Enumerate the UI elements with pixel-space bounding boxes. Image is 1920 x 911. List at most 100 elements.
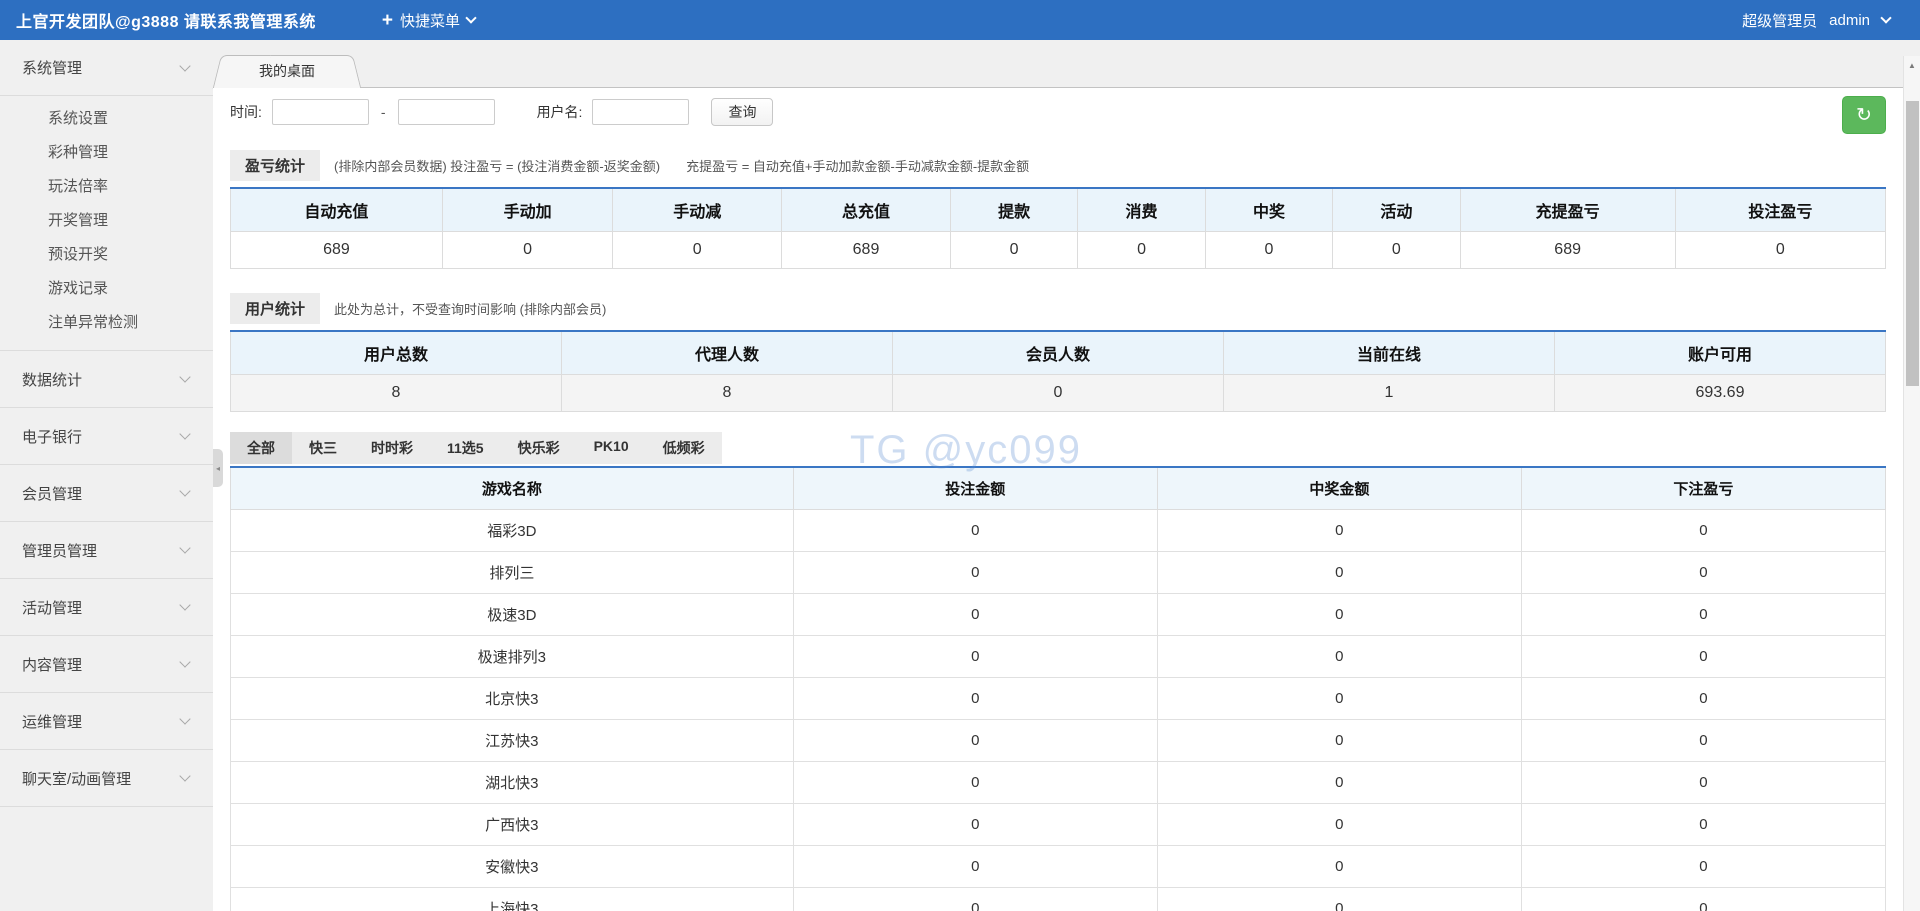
table-cell: 0	[1157, 720, 1521, 762]
sidebar-group-header[interactable]: 数据统计	[0, 351, 213, 407]
table-cell: 0	[1521, 888, 1885, 911]
profit-section-title: 盈亏统计	[230, 150, 320, 181]
table-row: 8801693.69	[231, 375, 1886, 412]
table-row: 极速排列3000	[231, 636, 1886, 678]
header-row: 用户总数代理人数会员人数当前在线账户可用	[231, 331, 1886, 375]
sidebar-group-label: 运维管理	[22, 711, 181, 732]
sidebar-group-header[interactable]: 管理员管理	[0, 522, 213, 578]
time-from-input[interactable]	[272, 99, 369, 125]
sidebar-group-label: 系统管理	[22, 57, 181, 78]
chevron-down-icon	[179, 656, 190, 667]
vertical-scrollbar[interactable]: ▲	[1903, 56, 1920, 911]
table-cell: 0	[1521, 552, 1885, 594]
username-input[interactable]	[592, 99, 689, 125]
sidebar-group-header[interactable]: 聊天室/动画管理	[0, 750, 213, 806]
table-cell: 0	[1078, 232, 1205, 269]
refresh-icon: ↻	[1856, 105, 1872, 126]
user-section-header: 用户统计 此处为总计，不受查询时间影响 (排除内部会员)	[230, 293, 1886, 324]
sidebar-collapse-handle[interactable]: ◂	[213, 449, 223, 487]
sidebar-group-header[interactable]: 会员管理	[0, 465, 213, 521]
sidebar-item[interactable]: 游戏记录	[0, 272, 213, 306]
scrollbar-thumb[interactable]	[1906, 101, 1919, 386]
table-cell: 693.69	[1555, 375, 1886, 412]
time-label: 时间:	[230, 102, 262, 122]
column-header: 消费	[1078, 188, 1205, 232]
app-title: 上官开发团队@g3888 请联系我管理系统	[16, 8, 316, 32]
sidebar-item[interactable]: 预设开奖	[0, 238, 213, 272]
table-cell: 0	[793, 510, 1157, 552]
sidebar-item[interactable]: 开奖管理	[0, 204, 213, 238]
sidebar-group-label: 活动管理	[22, 597, 181, 618]
tab-my-desktop[interactable]: 我的桌面	[221, 55, 353, 88]
header-row: 游戏名称投注金额中奖金额下注盈亏	[231, 467, 1886, 510]
table-cell: 0	[1521, 636, 1885, 678]
table-cell: 689	[231, 232, 443, 269]
table-cell: 0	[793, 762, 1157, 804]
sidebar-group-label: 数据统计	[22, 369, 181, 390]
sidebar-item[interactable]: 注单异常检测	[0, 306, 213, 340]
user-menu[interactable]: 超级管理员 admin	[1742, 10, 1890, 31]
game-tab-6[interactable]: PK10	[577, 432, 646, 464]
column-header: 中奖金额	[1157, 467, 1521, 510]
sidebar-item[interactable]: 彩种管理	[0, 136, 213, 170]
table-cell: 0	[1521, 594, 1885, 636]
sidebar-group-label: 会员管理	[22, 483, 181, 504]
filter-bar: 时间: - 用户名: 查询 ↻	[230, 92, 1886, 132]
table-cell: 0	[793, 846, 1157, 888]
tab-label: 我的桌面	[259, 63, 315, 79]
table-cell: 0	[793, 678, 1157, 720]
range-separator: -	[381, 104, 386, 120]
query-button[interactable]: 查询	[711, 98, 773, 126]
user-section-title: 用户统计	[230, 293, 320, 324]
scroll-up-arrow-icon[interactable]: ▲	[1904, 56, 1920, 74]
game-tab-3[interactable]: 时时彩	[354, 432, 430, 464]
sidebar-item[interactable]: 玩法倍率	[0, 170, 213, 204]
game-tab-2[interactable]: 快三	[292, 432, 354, 464]
table-cell: 0	[1157, 594, 1521, 636]
table-row: 北京快3000	[231, 678, 1886, 720]
time-to-input[interactable]	[398, 99, 495, 125]
column-header: 代理人数	[562, 331, 893, 375]
table-cell: 安徽快3	[231, 846, 794, 888]
header-row: 自动充值手动加手动减总充值提款消费中奖活动充提盈亏投注盈亏	[231, 188, 1886, 232]
game-tab-7[interactable]: 低频彩	[646, 432, 722, 464]
table-cell: 江苏快3	[231, 720, 794, 762]
profit-table: 自动充值手动加手动减总充值提款消费中奖活动充提盈亏投注盈亏68900689000…	[230, 187, 1886, 269]
column-header: 投注金额	[793, 467, 1157, 510]
column-header: 提款	[950, 188, 1077, 232]
refresh-button[interactable]: ↻	[1842, 96, 1886, 134]
sidebar-group-label: 电子银行	[22, 426, 181, 447]
table-cell: 0	[1521, 804, 1885, 846]
column-header: 手动减	[613, 188, 782, 232]
table-cell: 0	[793, 594, 1157, 636]
profit-section-note: (排除内部会员数据) 投注盈亏 = (投注消费金额-返奖金额) 充提盈亏 = 自…	[334, 156, 1029, 175]
table-cell: 湖北快3	[231, 762, 794, 804]
game-tab-1[interactable]: 全部	[230, 432, 292, 464]
sidebar-group: 管理员管理	[0, 522, 213, 579]
sidebar-group-label: 聊天室/动画管理	[22, 768, 181, 789]
table-cell: 0	[1157, 762, 1521, 804]
table-cell: 福彩3D	[231, 510, 794, 552]
table-cell: 0	[1333, 232, 1460, 269]
sidebar-item[interactable]: 系统设置	[0, 102, 213, 136]
game-tab-5[interactable]: 快乐彩	[501, 432, 577, 464]
sidebar-group-header[interactable]: 运维管理	[0, 693, 213, 749]
table-row: 安徽快3000	[231, 846, 1886, 888]
sidebar-group-header[interactable]: 内容管理	[0, 636, 213, 692]
sidebar-group: 内容管理	[0, 636, 213, 693]
main-area: 我的桌面 时间: - 用户名: 查询 ↻ 盈亏统计 (排除内部会员数据) 投注盈…	[213, 40, 1903, 911]
table-cell: 极速排列3	[231, 636, 794, 678]
table-cell: 0	[1521, 678, 1885, 720]
sidebar-group-header[interactable]: 电子银行	[0, 408, 213, 464]
username-label: 用户名:	[537, 102, 583, 122]
quick-menu-button[interactable]: + 快捷菜单	[382, 10, 475, 31]
table-cell: 0	[1157, 636, 1521, 678]
game-tab-4[interactable]: 11选5	[430, 432, 501, 464]
sidebar-group-header[interactable]: 活动管理	[0, 579, 213, 635]
chevron-down-icon	[179, 371, 190, 382]
sidebar-submenu: 系统设置彩种管理玩法倍率开奖管理预设开奖游戏记录注单异常检测	[0, 96, 213, 350]
table-row: 排列三000	[231, 552, 1886, 594]
sidebar-group: 电子银行	[0, 408, 213, 465]
table-cell: 0	[793, 804, 1157, 846]
sidebar-group-header[interactable]: 系统管理	[0, 40, 213, 96]
